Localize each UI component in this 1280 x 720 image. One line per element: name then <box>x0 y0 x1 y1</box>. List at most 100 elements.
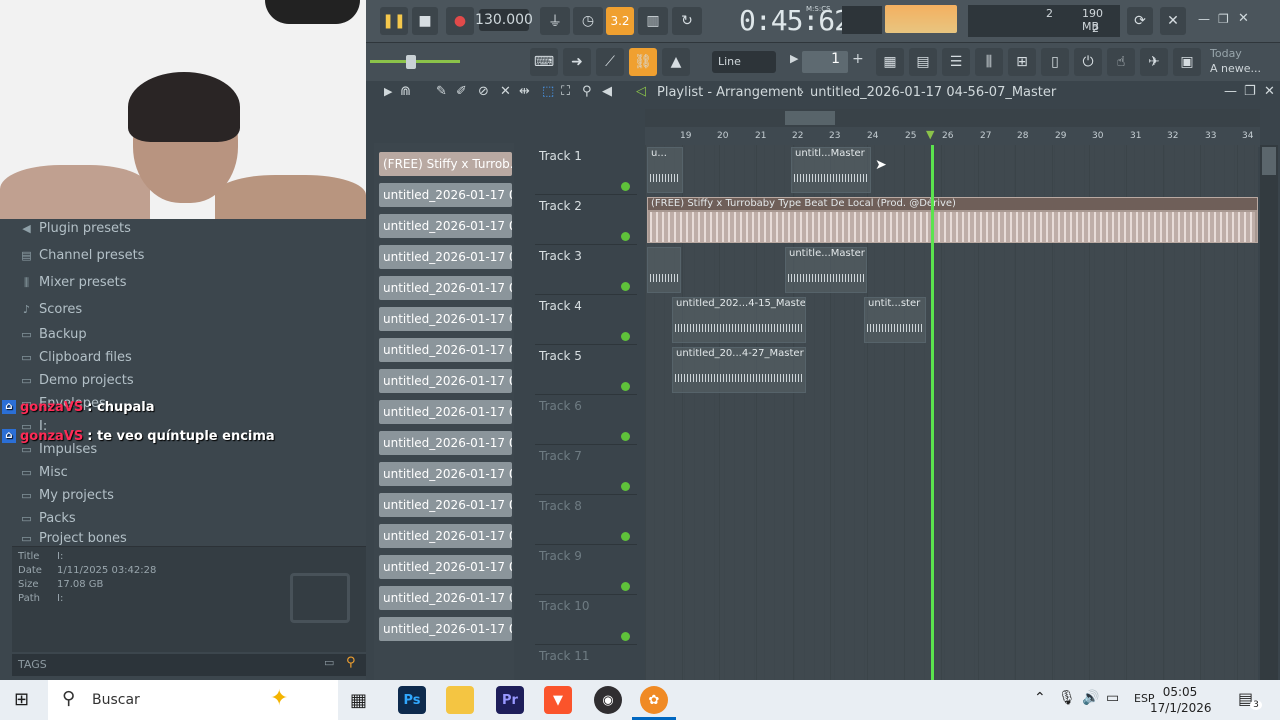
zoom-icon[interactable]: ⛶ <box>561 84 570 99</box>
browser-button[interactable]: ⊞ <box>1008 48 1036 76</box>
windows-start-icon[interactable]: ⊞ <box>14 690 34 710</box>
playhead-marker-icon[interactable]: ▼ <box>926 128 934 141</box>
clip-list-item[interactable]: untitled_2026-01-17 04-... <box>379 524 512 548</box>
search-icon[interactable]: ⚲ <box>346 655 356 670</box>
audio-clip[interactable]: untitle...Master <box>785 247 867 293</box>
clip-list-item[interactable]: untitled_2026-01-17 04-... <box>379 214 512 238</box>
magnet-icon[interactable]: ⋒ <box>400 84 411 99</box>
restore-icon[interactable]: ❐ <box>1244 84 1256 99</box>
folder-icon[interactable]: ▭ <box>324 656 334 669</box>
clip-list-item[interactable]: untitled_2026-01-17 04-... <box>379 245 512 269</box>
delete-icon[interactable]: ⊘ <box>478 84 489 99</box>
clip-list-item[interactable]: untitled_2026-01-17 04-... <box>379 431 512 455</box>
close-icon[interactable]: ✕ <box>1264 84 1275 99</box>
track-enable-led[interactable] <box>621 582 630 591</box>
browser-item-project-bones[interactable]: ▭ Project bones <box>20 531 127 545</box>
clip-list-item[interactable]: untitled_2026-01-17 04-... <box>379 276 512 300</box>
audio-clip[interactable]: untitled_202...4-15_Master <box>672 297 806 343</box>
clip-list-item[interactable]: untitled_2026-01-17 04-... <box>379 307 512 331</box>
snap-link-button[interactable]: ⛓ <box>629 48 657 76</box>
microphone-icon[interactable]: 🎙 <box>1058 690 1076 706</box>
pattern-song-toggle[interactable]: 3.2 <box>606 7 634 35</box>
browser-item-scores[interactable]: ♪ Scores <box>20 299 82 319</box>
add-pattern-icon[interactable]: + <box>852 51 864 67</box>
track-enable-led[interactable] <box>621 182 630 191</box>
project-button[interactable]: ▯ <box>1041 48 1069 76</box>
photoshop-icon[interactable]: Ps <box>398 686 426 714</box>
master-volume-knob[interactable] <box>406 55 416 69</box>
overview-scroll[interactable] <box>645 109 1260 127</box>
speaker-icon[interactable]: ◀ <box>602 84 612 99</box>
browser-item-packs[interactable]: ▭ Packs <box>20 508 75 528</box>
arrangement-grid[interactable]: u... untitl...Master (FREE) Stiffy x Tur… <box>645 145 1258 680</box>
metronome-toggle[interactable]: ▲ <box>662 48 690 76</box>
help-button[interactable]: ✈ <box>1140 48 1168 76</box>
audio-clip[interactable]: (FREE) Stiffy x Turrobaby Type Beat De L… <box>647 197 1258 243</box>
fl-studio-icon[interactable]: ✿ <box>640 686 668 714</box>
stop-button[interactable]: ■ <box>412 7 438 35</box>
track-enable-led[interactable] <box>621 282 630 291</box>
track-header[interactable]: Track 1 <box>535 145 637 195</box>
close-icon[interactable]: ✕ <box>1238 11 1252 26</box>
channel-rack-button[interactable]: ☰ <box>942 48 970 76</box>
timeline-ruler[interactable]: 19 20 21 22 23 24 25 26 27 28 29 30 31 3… <box>645 127 1260 147</box>
clip-list-item[interactable]: (FREE) Stiffy x Turrob... <box>379 152 512 176</box>
countdown-button[interactable]: ◷ <box>573 7 603 35</box>
minimize-icon[interactable]: — <box>1224 84 1237 99</box>
track-header[interactable]: Track 4 <box>535 295 637 345</box>
track-header[interactable]: Track 7 <box>535 445 637 495</box>
track-header[interactable]: Track 5 <box>535 345 637 395</box>
clip-list-item[interactable]: untitled_2026-01-17 04-... <box>379 338 512 362</box>
clip-list-item[interactable]: untitled_2026-01-17 04-... <box>379 493 512 517</box>
slip-icon[interactable]: ⇹ <box>519 84 530 99</box>
metronome-button[interactable]: ⏚ <box>540 7 570 35</box>
loop-record-button[interactable]: ↻ <box>672 7 702 35</box>
news-hint[interactable]: Today A newe... <box>1210 46 1261 76</box>
browser-item-misc[interactable]: ▭ Misc <box>20 462 67 482</box>
pattern-prev-icon[interactable]: ▶ <box>790 52 798 65</box>
chevron-up-icon[interactable]: ⌃ <box>1034 690 1046 706</box>
refresh-button[interactable]: ⟳ <box>1127 7 1153 35</box>
mixer-button[interactable]: ⫼ <box>975 48 1003 76</box>
brave-icon[interactable]: ▼ <box>544 686 572 714</box>
record-button[interactable]: ● <box>446 7 474 35</box>
pencil-icon[interactable]: ✎ <box>436 84 447 99</box>
browser-item-clipboard[interactable]: ▭ Clipboard files <box>20 347 132 367</box>
audio-clip[interactable]: untitl...Master <box>791 147 871 193</box>
restore-icon[interactable]: ❐ <box>1218 12 1232 26</box>
browser-item-channel-presets[interactable]: ▤ Channel presets <box>20 245 144 265</box>
select-icon[interactable]: ⬚ <box>542 84 554 99</box>
playhead-line[interactable] <box>931 145 934 680</box>
tempo-display[interactable]: 130.000 <box>475 9 533 31</box>
network-icon[interactable]: ▭ <box>1106 690 1119 706</box>
track-header[interactable]: Track 9 <box>535 545 637 595</box>
track-enable-led[interactable] <box>621 532 630 541</box>
track-enable-led[interactable] <box>621 332 630 341</box>
task-view-icon[interactable]: ▦ <box>350 690 367 711</box>
browser-item-mixer-presets[interactable]: ⫼ Mixer presets <box>20 272 127 292</box>
file-explorer-icon[interactable] <box>446 686 474 714</box>
keyboard-button[interactable]: ⌨ <box>530 48 558 76</box>
clip-list-item[interactable]: untitled_2026-01-17 04-... <box>379 183 512 207</box>
pattern-selector[interactable]: 1 <box>802 51 848 73</box>
snap-select[interactable]: Line <box>712 51 776 73</box>
track-enable-led[interactable] <box>621 382 630 391</box>
volume-icon[interactable]: 🔊 <box>1082 690 1099 706</box>
browser-item-demo[interactable]: ▭ Demo projects <box>20 370 133 390</box>
clock[interactable]: 05:05 17/1/2026 <box>1150 684 1212 716</box>
audio-clip[interactable]: untitled_20...4-27_Master <box>672 347 806 393</box>
track-header[interactable]: Track 8 <box>535 495 637 545</box>
plugin-button[interactable]: ⏻ <box>1074 48 1102 76</box>
shop-button[interactable]: ▣ <box>1173 48 1201 76</box>
playlist-button[interactable]: ▦ <box>876 48 904 76</box>
scrollbar-thumb[interactable] <box>1262 147 1276 175</box>
audio-clip[interactable] <box>647 247 681 293</box>
tempo-tap-button[interactable]: ⟋ <box>596 48 624 76</box>
taskbar-search[interactable]: ⚲ Buscar ✦ <box>48 680 338 720</box>
browser-item-plugin-presets[interactable]: ◀ Plugin presets <box>20 218 131 238</box>
track-header[interactable]: Track 10 <box>535 595 637 645</box>
arrow-button[interactable]: ➜ <box>563 48 591 76</box>
paint-icon[interactable]: ✐ <box>456 84 467 99</box>
clip-list-item[interactable]: untitled_2026-01-17 04-... <box>379 555 512 579</box>
play-button[interactable]: ❚❚ <box>380 7 408 35</box>
